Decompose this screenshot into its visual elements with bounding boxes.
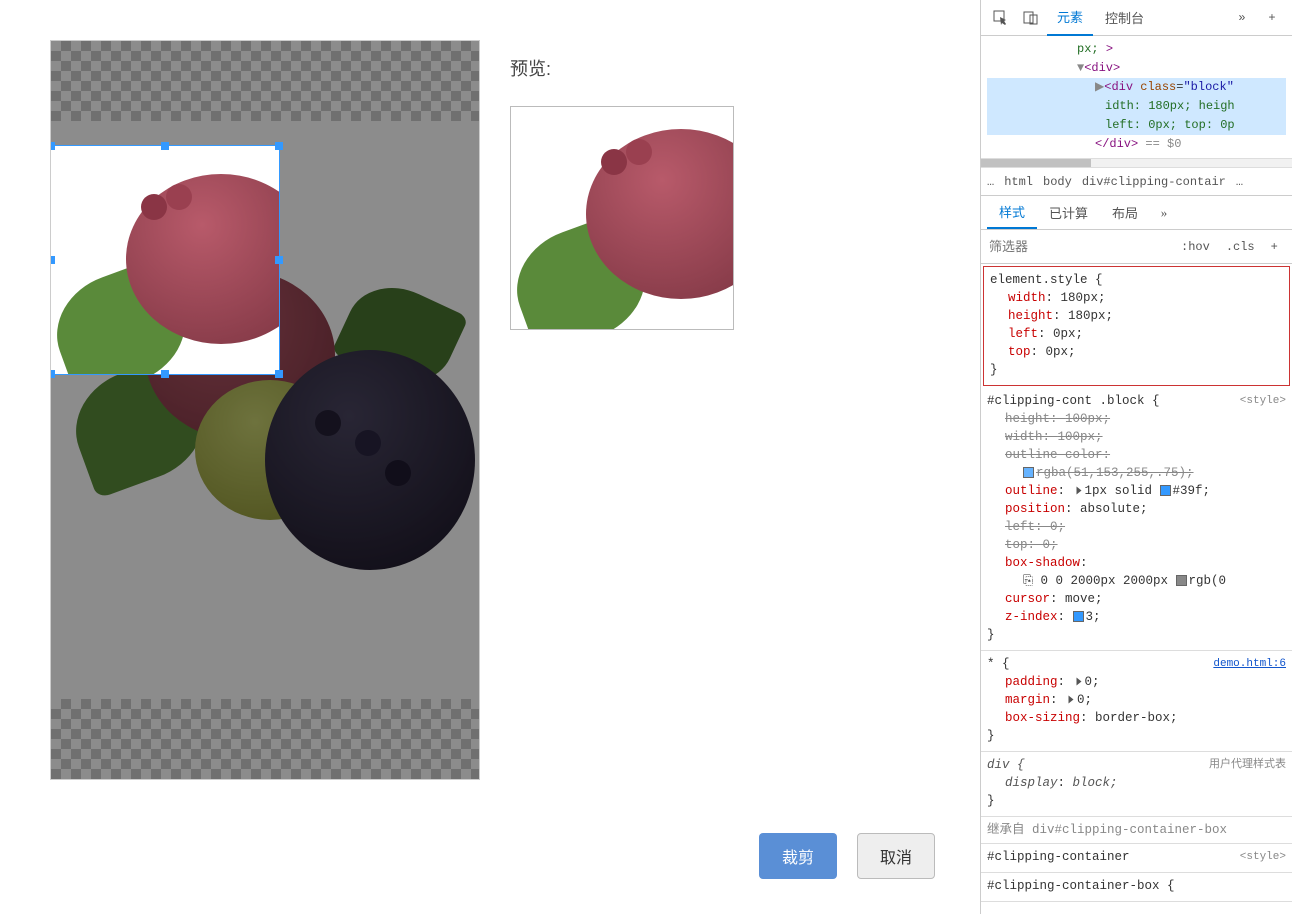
devtools-panel: 元素 控制台 » + px; > ▼<div> ▶<div class="blo… [980,0,1292,914]
breadcrumb-body[interactable]: body [1043,175,1072,189]
cancel-button[interactable]: 取消 [857,833,935,879]
crop-handle-sw[interactable] [50,370,55,378]
rule-user-agent[interactable]: 用户代理样式表 div { display: block; } [981,752,1292,817]
inherit-label: 继承自 div#clipping-container-box [981,817,1292,844]
subtab-layout[interactable]: 布局 [1100,197,1150,228]
new-rule-icon[interactable]: + [1263,236,1286,258]
breadcrumb-more-end[interactable]: … [1236,175,1243,189]
dom-breadcrumb[interactable]: … html body div#clipping-contair … [981,168,1292,196]
tab-elements[interactable]: 元素 [1047,0,1093,36]
sidebar-toggle-icon[interactable] [1286,234,1292,260]
crop-handle-e[interactable] [275,256,283,264]
devtools-toolbar: 元素 控制台 » + [981,0,1292,36]
subtab-more-icon[interactable]: » [1150,199,1178,227]
hov-button[interactable]: :hov [1173,236,1218,258]
main-editor: 预览: 裁剪 取消 [0,0,980,914]
styles-pane[interactable]: element.style { width: 180px; height: 18… [981,264,1292,914]
breadcrumb-more[interactable]: … [987,175,994,189]
rule-element-style[interactable]: element.style { width: 180px; height: 18… [983,266,1290,386]
add-tab-icon[interactable]: + [1258,4,1286,32]
subtab-computed[interactable]: 已计算 [1037,197,1100,228]
breadcrumb-html[interactable]: html [1004,175,1033,189]
preview-label: 预览: [510,55,734,81]
dom-horizontal-scrollbar[interactable] [981,158,1292,168]
more-tabs-icon[interactable]: » [1228,4,1256,32]
rule-star[interactable]: demo.html:6 * { padding: 0; margin: 0; b… [981,651,1292,752]
crop-selection[interactable] [51,146,279,374]
cls-button[interactable]: .cls [1218,236,1263,258]
crop-canvas[interactable] [50,40,480,780]
subtab-styles[interactable]: 样式 [987,196,1037,229]
crop-handle-nw[interactable] [50,142,55,150]
inspect-icon[interactable] [987,4,1015,32]
crop-button[interactable]: 裁剪 [759,833,837,879]
dom-tree[interactable]: px; > ▼<div> ▶<div class="block" idth: 1… [981,36,1292,158]
styles-subtabs: 样式 已计算 布局 » [981,196,1292,230]
styles-filter-row: :hov .cls + [981,230,1292,264]
crop-handle-w[interactable] [50,256,55,264]
breadcrumb-div[interactable]: div#clipping-contair [1082,175,1226,189]
crop-handle-s[interactable] [161,370,169,378]
preview-box [510,106,734,330]
styles-filter-input[interactable] [981,233,1173,260]
crop-handle-se[interactable] [275,370,283,378]
device-icon[interactable] [1017,4,1045,32]
crop-handle-ne[interactable] [275,142,283,150]
tab-console[interactable]: 控制台 [1095,0,1154,35]
rule-clipping-container-box[interactable]: #clipping-container-box { [981,873,1292,902]
rule-clipping-container[interactable]: <style> #clipping-container [981,844,1292,873]
rule-block[interactable]: <style> #clipping-cont .block { height: … [981,388,1292,651]
crop-handle-n[interactable] [161,142,169,150]
